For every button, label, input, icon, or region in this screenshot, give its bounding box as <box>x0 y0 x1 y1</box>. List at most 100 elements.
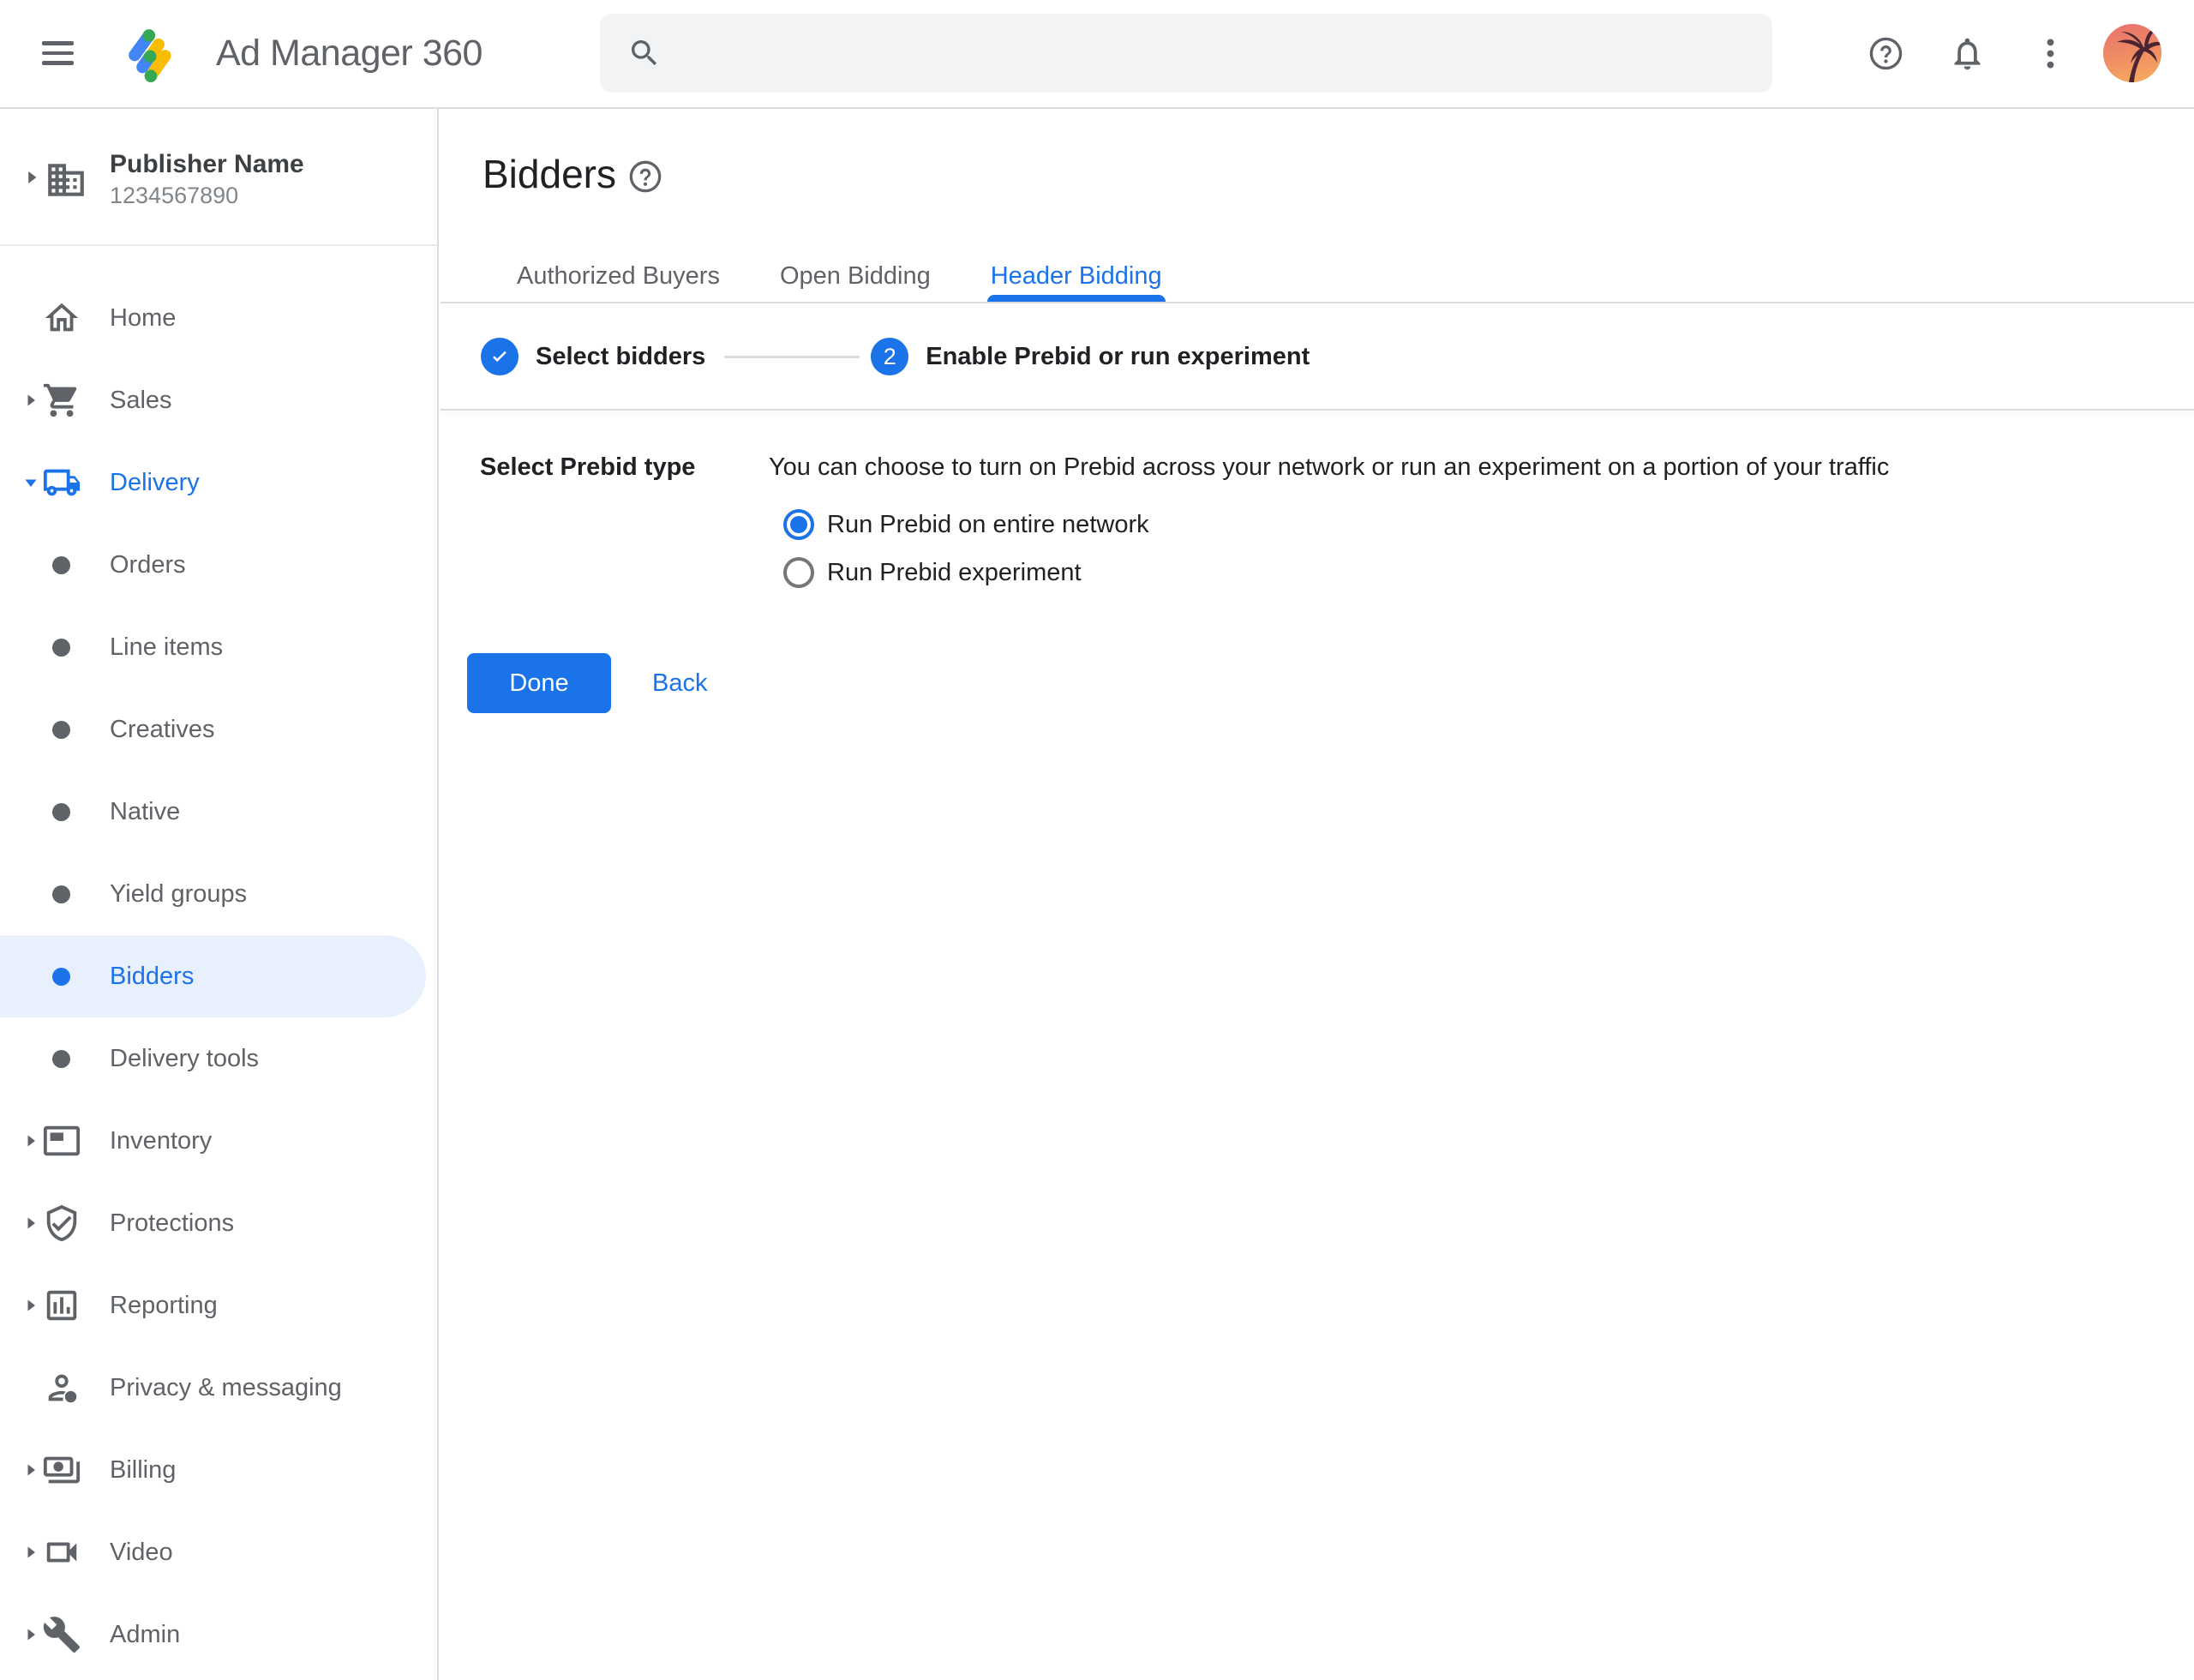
sidebar-item-label: Yield groups <box>110 853 247 935</box>
caret-right-icon <box>21 1295 41 1316</box>
sidebar-item-label: Creatives <box>110 688 215 771</box>
help-icon <box>626 158 664 195</box>
sidebar-item-native[interactable]: Native <box>0 771 426 853</box>
publisher-selector[interactable]: Publisher Name 1234567890 <box>0 109 437 244</box>
bullet-icon <box>52 556 70 574</box>
radio-option-run-prebid-on-entire-network[interactable]: Run Prebid on entire network <box>783 509 1149 540</box>
sidebar-divider <box>0 244 437 246</box>
done-button[interactable]: Done <box>467 653 611 713</box>
step-select-bidders[interactable]: Select bidders <box>481 338 705 375</box>
publisher-id: 1234567890 <box>110 182 238 209</box>
sidebar: Publisher Name 1234567890 Home Sales Del… <box>0 109 439 1680</box>
sidebar-item-inventory[interactable]: Inventory <box>0 1100 426 1182</box>
hamburger-icon <box>42 41 74 45</box>
bullet-icon <box>52 803 70 821</box>
radio-icon <box>783 557 814 588</box>
notifications-button[interactable] <box>1948 34 1987 73</box>
help-button[interactable] <box>1867 34 1905 73</box>
tab-header-bidding[interactable]: Header Bidding <box>989 250 1164 302</box>
kebab-icon <box>2031 34 2070 73</box>
step-label: Select bidders <box>536 343 705 371</box>
sidebar-item-admin[interactable]: Admin <box>0 1593 426 1676</box>
sidebar-item-label: Privacy & messaging <box>110 1347 342 1429</box>
sidebar-item-video[interactable]: Video <box>0 1511 426 1593</box>
overflow-menu-button[interactable] <box>2031 34 2070 73</box>
app-title: Ad Manager 360 <box>216 0 483 107</box>
home-icon <box>42 298 81 338</box>
tab-bar: Authorized Buyers Open Bidding Header Bidd… <box>515 250 1164 302</box>
sidebar-item-privacy-messaging[interactable]: Privacy & messaging <box>0 1347 426 1429</box>
step-label: Enable Prebid or run experiment <box>926 343 1310 371</box>
sidebar-item-home[interactable]: Home <box>0 277 426 359</box>
sidebar-item-reporting[interactable]: Reporting <box>0 1264 426 1347</box>
bullet-icon <box>52 885 70 903</box>
sidebar-item-delivery-tools[interactable]: Delivery tools <box>0 1017 426 1100</box>
bullet-icon <box>52 1050 70 1068</box>
sidebar-item-label: Inventory <box>110 1100 212 1182</box>
sidebar-item-label: Admin <box>110 1593 180 1676</box>
shield-icon <box>42 1203 81 1243</box>
sidebar-item-protections[interactable]: Protections <box>0 1182 426 1264</box>
caret-right-icon <box>21 1624 41 1645</box>
bullet-icon <box>52 721 70 739</box>
caret-right-icon <box>21 1213 41 1233</box>
step-connector <box>724 356 860 358</box>
bullet-icon <box>52 968 70 986</box>
tab-label: Authorized Buyers <box>517 262 720 291</box>
step-circle: 2 <box>871 338 908 375</box>
sidebar-item-yield-groups[interactable]: Yield groups <box>0 853 426 935</box>
sidebar-item-label: Sales <box>110 359 172 441</box>
sidebar-nav: Home Sales Delivery Orders Line items Cr… <box>0 277 439 1676</box>
sidebar-item-label: Native <box>110 771 180 853</box>
tab-label: Header Bidding <box>991 262 1162 291</box>
step-check-icon <box>481 338 519 375</box>
back-link[interactable]: Back <box>652 669 707 698</box>
sidebar-item-label: Line items <box>110 606 223 688</box>
search-icon <box>627 36 662 70</box>
palm-tree-avatar-image <box>2103 24 2161 82</box>
caret-right-icon <box>21 390 41 411</box>
sidebar-item-orders[interactable]: Orders <box>0 524 426 606</box>
page-title: Bidders <box>483 147 616 201</box>
search-bar[interactable] <box>600 14 1772 93</box>
tab-label: Open Bidding <box>780 262 931 291</box>
radio-option-run-prebid-experiment[interactable]: Run Prebid experiment <box>783 557 1149 588</box>
sidebar-item-creatives[interactable]: Creatives <box>0 688 426 771</box>
sidebar-item-label: Delivery tools <box>110 1017 259 1100</box>
sidebar-item-label: Billing <box>110 1429 176 1511</box>
user-avatar[interactable] <box>2103 24 2161 82</box>
sidebar-item-label: Video <box>110 1511 173 1593</box>
tab-authorized-buyers[interactable]: Authorized Buyers <box>515 250 722 302</box>
hamburger-menu-button[interactable] <box>38 33 79 74</box>
video-icon <box>42 1533 81 1572</box>
search-input[interactable] <box>682 38 1772 69</box>
radio-icon <box>783 509 814 540</box>
caret-right-icon <box>21 1131 41 1151</box>
privacy-icon <box>42 1368 81 1407</box>
caret-right-icon <box>21 166 43 189</box>
sidebar-item-label: Orders <box>110 524 186 606</box>
sidebar-item-bidders[interactable]: Bidders <box>0 935 426 1017</box>
truck-icon <box>42 463 81 502</box>
ad-manager-logo-icon <box>125 24 180 84</box>
top-app-bar: Ad Manager 360 <box>0 0 2194 109</box>
caret-right-icon <box>21 1542 41 1563</box>
sidebar-item-label: Bidders <box>110 935 194 1017</box>
step-enable-prebid-or-run-experiment[interactable]: 2 Enable Prebid or run experiment <box>871 338 1310 375</box>
stepper: Select bidders 2 Enable Prebid or run ex… <box>481 338 1310 375</box>
publisher-name: Publisher Name <box>110 148 304 181</box>
sidebar-item-sales[interactable]: Sales <box>0 359 426 441</box>
tab-open-bidding[interactable]: Open Bidding <box>778 250 932 302</box>
cart-icon <box>42 381 81 420</box>
sidebar-item-billing[interactable]: Billing <box>0 1429 426 1511</box>
page-help-button[interactable] <box>626 158 664 195</box>
building-icon <box>45 159 87 201</box>
prebid-type-description: You can choose to turn on Prebid across … <box>769 453 1889 482</box>
sidebar-item-line-items[interactable]: Line items <box>0 606 426 688</box>
billing-icon <box>42 1450 81 1490</box>
reporting-icon <box>42 1286 81 1325</box>
sidebar-item-delivery[interactable]: Delivery <box>0 441 426 524</box>
stepper-divider <box>441 409 2194 411</box>
bell-icon <box>1948 34 1987 73</box>
caret-down-icon <box>21 472 41 493</box>
